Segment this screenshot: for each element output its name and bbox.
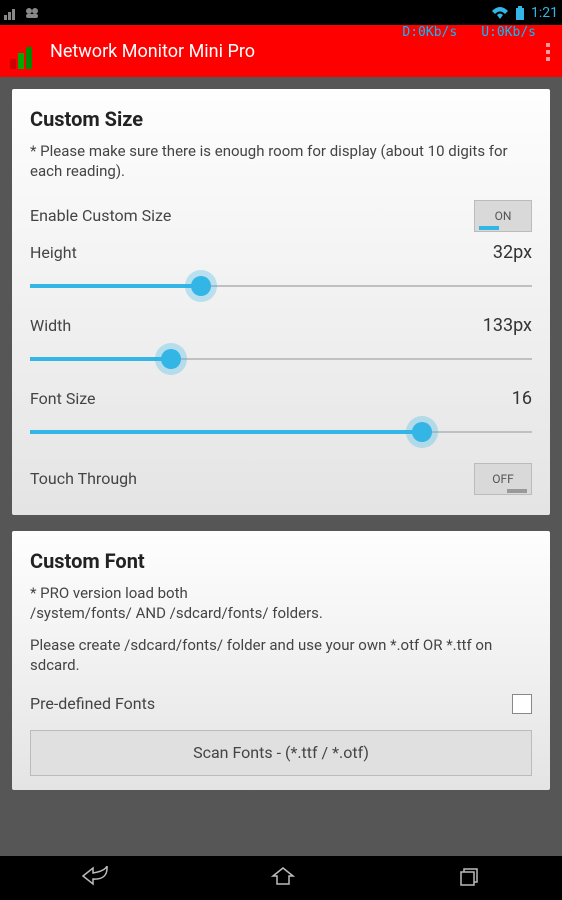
touch-through-label: Touch Through (30, 469, 137, 488)
status-system: 1:21 (491, 5, 558, 21)
status-notifications (4, 6, 40, 20)
overflow-menu-button[interactable] (540, 39, 556, 65)
font-size-label: Font Size (30, 389, 96, 408)
pro-badge: PRO (4, 31, 20, 40)
navigation-bar (0, 856, 562, 900)
status-bar: 1:21 (0, 0, 562, 25)
custom-font-title: Custom Font (30, 549, 532, 573)
custom-font-instruction: Please create /sdcard/fonts/ folder and … (30, 635, 532, 676)
custom-font-note: * PRO version load both /system/fonts/ A… (30, 583, 532, 624)
predefined-fonts-label: Pre-defined Fonts (30, 694, 155, 713)
battery-icon (515, 6, 525, 20)
width-slider[interactable] (30, 344, 532, 374)
predefined-fonts-checkbox[interactable] (512, 694, 532, 714)
home-button[interactable] (271, 866, 295, 890)
width-label: Width (30, 316, 71, 335)
height-value: 32px (493, 242, 532, 263)
download-rate: D:0Kb/s (402, 25, 457, 40)
font-size-slider[interactable] (30, 417, 532, 447)
custom-size-note: * Please make sure there is enough room … (30, 141, 532, 182)
width-value: 133px (483, 315, 532, 336)
upload-rate: U:0Kb/s (481, 25, 536, 40)
clock: 1:21 (531, 5, 558, 21)
wifi-icon (491, 6, 509, 20)
speed-indicators: D:0Kb/s U:0Kb/s (402, 25, 536, 40)
android-notif-icon (24, 6, 40, 20)
height-slider[interactable] (30, 271, 532, 301)
enable-custom-size-toggle[interactable]: ON (474, 200, 532, 232)
height-row: Height 32px (30, 238, 532, 311)
touch-through-toggle[interactable]: OFF (474, 463, 532, 495)
recents-button[interactable] (457, 866, 481, 890)
enable-custom-size-row: Enable Custom Size ON (30, 194, 532, 238)
font-size-row: Font Size 16 (30, 384, 532, 457)
action-bar: PRO Network Monitor Mini Pro D:0Kb/s U:0… (0, 25, 562, 77)
app-title: Network Monitor Mini Pro (50, 41, 556, 62)
content-area: Custom Size * Please make sure there is … (0, 77, 562, 856)
font-size-value: 16 (512, 388, 532, 409)
back-button[interactable] (81, 866, 109, 890)
predefined-fonts-row[interactable]: Pre-defined Fonts (30, 688, 532, 720)
custom-font-card: Custom Font * PRO version load both /sys… (12, 531, 550, 790)
custom-size-title: Custom Size (30, 107, 532, 131)
enable-custom-size-label: Enable Custom Size (30, 206, 171, 225)
height-label: Height (30, 243, 77, 262)
custom-size-card: Custom Size * Please make sure there is … (12, 89, 550, 515)
touch-through-row: Touch Through OFF (30, 457, 532, 501)
app-icon: PRO (6, 33, 42, 69)
width-row: Width 133px (30, 311, 532, 384)
scan-fonts-button[interactable]: Scan Fonts - (*.ttf / *.otf) (30, 730, 532, 776)
signal-bars-icon (4, 6, 18, 20)
